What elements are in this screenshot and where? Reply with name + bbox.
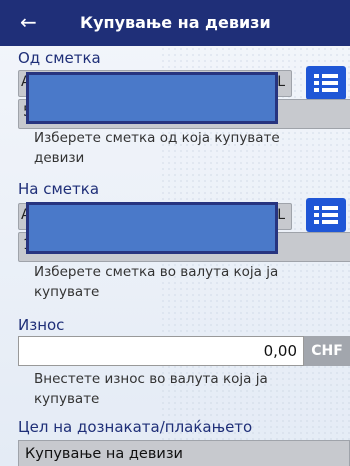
currency-badge: CHF	[304, 336, 350, 366]
list-icon	[314, 206, 338, 210]
to-account-list-button[interactable]	[306, 198, 346, 232]
to-account-hint: Изберете сметка во валута која ја купува…	[34, 264, 279, 300]
to-account-label: На сметка	[18, 180, 100, 198]
page-title: Купување на девизи	[80, 13, 271, 32]
from-account-hint: Изберете сметка од која купувате девизи	[34, 130, 280, 166]
purpose-label: Цел на дознаката/плаќањето	[18, 418, 253, 436]
back-arrow-icon[interactable]: ←	[20, 10, 37, 34]
redaction-mask	[26, 202, 278, 254]
from-account-list-button[interactable]	[306, 66, 346, 100]
screen: ← Купување на девизи Од сметка А KL 5 Из…	[0, 0, 350, 466]
purpose-value: Купување на девизи	[25, 446, 183, 462]
app-header: ← Купување на девизи	[0, 0, 350, 46]
amount-input[interactable]: 0,00	[18, 336, 304, 366]
from-account-label: Од сметка	[18, 49, 101, 67]
amount-value: 0,00	[263, 342, 297, 360]
purpose-field[interactable]: Купување на девизи	[18, 440, 350, 466]
amount-hint: Внестете износ во валута која ја купуват…	[34, 371, 268, 407]
list-icon	[314, 74, 338, 78]
amount-label: Износ	[18, 316, 65, 334]
redaction-mask	[26, 72, 278, 124]
